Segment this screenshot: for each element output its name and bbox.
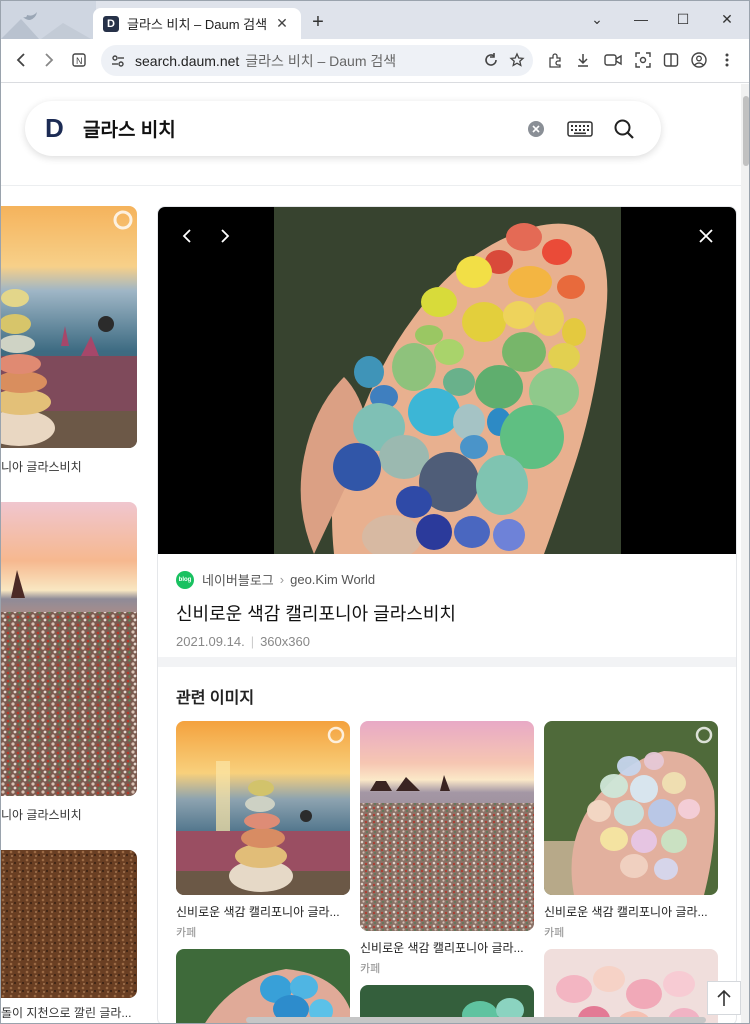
- blog-icon: blog: [176, 570, 194, 589]
- source-author[interactable]: geo.Kim World: [290, 572, 375, 587]
- result-caption[interactable]: 돌이 지천으로 깔린 글라...: [1, 1004, 131, 1021]
- related-source: 카페: [360, 963, 381, 975]
- screenshot-icon[interactable]: [631, 48, 655, 72]
- close-viewer-icon[interactable]: [695, 225, 717, 247]
- minimize-icon[interactable]: —: [627, 7, 655, 31]
- related-heading: 관련 이미지: [176, 690, 255, 707]
- browser-window: D 글라스 비치 – Daum 검색 ✕ + ⌄ — ☐ ✕ N search.…: [0, 0, 750, 1024]
- next-image-icon[interactable]: [214, 225, 236, 247]
- result-thumbnail[interactable]: [1, 206, 137, 448]
- theme-background: [1, 1, 96, 39]
- site-icon[interactable]: N: [67, 48, 91, 72]
- tab-title: 글라스 비치 – Daum 검색: [127, 17, 268, 32]
- sidebar-icon[interactable]: [659, 48, 683, 72]
- image-title[interactable]: 신비로운 색감 캘리포니아 글라스비치: [176, 600, 721, 626]
- related-item[interactable]: [176, 949, 350, 1023]
- vertical-scrollbar[interactable]: [741, 84, 749, 1023]
- result-thumbnail[interactable]: [1, 502, 137, 796]
- clear-icon[interactable]: [519, 112, 553, 146]
- section-divider: [158, 657, 736, 667]
- search-input[interactable]: 글라스 비치: [83, 115, 509, 142]
- result-caption[interactable]: 니아 글라스비치: [1, 806, 82, 823]
- site-info-icon: [112, 54, 124, 67]
- scroll-to-top-button[interactable]: [707, 981, 741, 1015]
- related-item[interactable]: 신비로운 색감 캘리포니아 글라... 카페: [360, 721, 534, 976]
- tab-search-icon[interactable]: ⌄: [583, 7, 611, 31]
- image-results: 니아 글라스비치 니아 글라스비치 돌이 지천으로 깔린 글라... blog …: [1, 186, 741, 1023]
- maximize-icon[interactable]: ☐: [669, 7, 697, 31]
- image-date: 2021.09.14.: [176, 634, 245, 649]
- extensions-icon[interactable]: [543, 48, 567, 72]
- svg-text:N: N: [76, 56, 83, 66]
- chevron-right-icon: ›: [279, 572, 285, 587]
- search-header: D 글라스 비치: [1, 84, 741, 186]
- info-divider: |: [250, 634, 255, 649]
- daum-logo[interactable]: D: [45, 113, 71, 144]
- related-caption[interactable]: 신비로운 색감 캘리포니아 글라...: [176, 903, 350, 920]
- prev-image-icon[interactable]: [176, 225, 198, 247]
- related-thumbnail[interactable]: [176, 721, 350, 895]
- close-window-icon[interactable]: ✕: [713, 7, 741, 31]
- browser-toolbar: N search.daum.net 글라스 비치 – Daum 검색: [1, 39, 749, 83]
- arrow-up-icon: [717, 989, 731, 1006]
- image-detail-panel: blog 네이버블로그 › geo.Kim World 신비로운 색감 캘리포니…: [157, 206, 737, 1023]
- related-source: 카페: [544, 927, 565, 939]
- menu-icon[interactable]: [715, 48, 739, 72]
- daum-favicon-icon: D: [103, 15, 119, 32]
- image-meta: blog 네이버블로그 › geo.Kim World 신비로운 색감 캘리포니…: [176, 570, 721, 649]
- search-box[interactable]: D 글라스 비치: [25, 101, 661, 156]
- camera-icon[interactable]: [601, 48, 625, 72]
- url-text: search.daum.net: [135, 52, 240, 69]
- download-icon[interactable]: [571, 48, 595, 72]
- address-bar[interactable]: search.daum.net 글라스 비치 – Daum 검색: [101, 45, 533, 76]
- reload-icon[interactable]: [479, 48, 503, 72]
- source-name[interactable]: 네이버블로그: [202, 570, 274, 589]
- related-item[interactable]: 신비로운 색감 캘리포니아 글라... 카페: [544, 721, 718, 940]
- url-page-title: 글라스 비치 – Daum 검색: [245, 52, 397, 69]
- image-info: 2021.09.14. | 360x360: [176, 634, 721, 649]
- forward-icon[interactable]: [37, 48, 61, 72]
- related-item[interactable]: [544, 949, 718, 1023]
- back-icon[interactable]: [9, 48, 33, 72]
- scrollbar-thumb[interactable]: [743, 96, 749, 166]
- result-caption[interactable]: 니아 글라스비치: [1, 458, 82, 475]
- related-caption[interactable]: 신비로운 색감 캘리포니아 글라...: [360, 939, 534, 956]
- main-image[interactable]: [274, 207, 621, 554]
- tab-strip: D 글라스 비치 – Daum 검색 ✕ + ⌄ — ☐ ✕: [1, 1, 749, 39]
- bookmark-icon[interactable]: [505, 48, 529, 72]
- related-thumbnail[interactable]: [360, 721, 534, 931]
- close-tab-icon[interactable]: ✕: [273, 15, 291, 32]
- related-thumbnail[interactable]: [544, 949, 718, 1023]
- related-item[interactable]: 신비로운 색감 캘리포니아 글라... 카페: [176, 721, 350, 940]
- new-tab-button[interactable]: +: [307, 11, 329, 33]
- image-size: 360x360: [260, 634, 310, 649]
- horizontal-scrollbar[interactable]: [246, 1017, 706, 1023]
- keyboard-icon[interactable]: [563, 112, 597, 146]
- page: D 글라스 비치 니아 글라스비치 니아 글라스비치 돌이 지천으로 깔린 글라…: [1, 84, 741, 1023]
- image-viewer: [158, 207, 736, 554]
- related-source: 카페: [176, 927, 197, 939]
- search-icon[interactable]: [607, 112, 641, 146]
- related-thumbnail[interactable]: [544, 721, 718, 895]
- related-caption[interactable]: 신비로운 색감 캘리포니아 글라...: [544, 903, 718, 920]
- profile-icon[interactable]: [687, 48, 711, 72]
- tab-active[interactable]: D 글라스 비치 – Daum 검색 ✕: [93, 8, 301, 39]
- related-thumbnail[interactable]: [176, 949, 350, 1023]
- result-thumbnail[interactable]: [1, 850, 137, 998]
- image-source[interactable]: blog 네이버블로그 › geo.Kim World: [176, 570, 721, 589]
